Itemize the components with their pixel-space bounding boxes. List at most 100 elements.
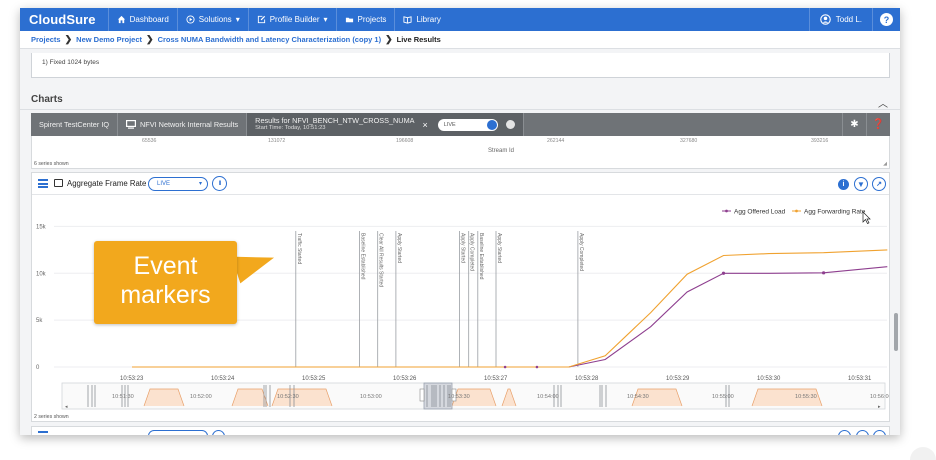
breadcrumb: Projects ❯ New Demo Project ❯ Cross NUMA… (20, 31, 900, 49)
overview-activity (143, 388, 185, 407)
export-icon[interactable]: ↗ (872, 177, 886, 191)
overview-tick-label: 10:56:00 (870, 394, 889, 400)
x-tick-label: 10:53:24 (211, 376, 235, 382)
tab-nfvi-results[interactable]: NFVI Network Internal Results (118, 113, 248, 136)
stream-tick: 393216 (811, 138, 829, 144)
panel-header: Aggregate Frame Rate LIVE ▾ II i ▼ ↗ (32, 173, 889, 195)
breadcrumb-test[interactable]: Cross NUMA Bandwidth and Latency Charact… (158, 35, 382, 44)
brand-logo[interactable]: CloudSure (20, 12, 108, 27)
results-title: Results for NFVI_BENCH_NTW_CROSS_NUMA (255, 115, 415, 125)
overview-tick-label: 10:53:30 (448, 394, 470, 400)
data-point (503, 365, 507, 369)
live-toggle-label: LIVE (443, 121, 456, 128)
x-tick-label: 10:53:30 (757, 376, 781, 382)
toolbar-help-button[interactable]: ❓ (866, 113, 890, 136)
event-markers-callout: Event markers (94, 241, 237, 324)
live-select[interactable]: LIVE ▾ (148, 177, 208, 191)
overview-tick-label: 10:52:30 (277, 394, 299, 400)
results-start-time: Start Time: Today, 10:51:23 (255, 125, 326, 132)
settings-button[interactable]: ✱ (842, 113, 866, 136)
x-tick-label: 10:53:29 (666, 376, 690, 382)
chevron-down-icon: ▾ (198, 181, 202, 187)
callout-line-1: Event (133, 252, 198, 280)
toggle-knob (486, 119, 497, 130)
home-icon (117, 15, 125, 24)
charts-section-header: Charts ︿ (20, 90, 900, 110)
nav-profile-builder[interactable]: Profile Builder ▾ (247, 8, 336, 31)
close-icon[interactable]: × (423, 120, 428, 130)
breadcrumb-projects[interactable]: Projects (31, 35, 61, 44)
event-marker-label: Baseline Established (478, 233, 484, 280)
nav-library-label: Library (416, 15, 441, 24)
pause-button[interactable] (212, 430, 225, 435)
stream-tick: 262144 (547, 138, 565, 144)
tab-spirent-testcenter[interactable]: Spirent TestCenter IQ (31, 113, 119, 136)
live-select[interactable] (148, 430, 208, 435)
event-marker-label: Clear All Results Started (378, 233, 384, 287)
nav-solutions[interactable]: Solutions ▾ (176, 8, 248, 31)
x-tick-label: 10:53:31 (848, 376, 872, 382)
legend-marker (795, 209, 798, 213)
loading-spinner-icon (505, 120, 515, 129)
chevron-up-icon[interactable]: ︿ (878, 95, 888, 110)
event-marker-label: Apply Completed (469, 233, 475, 271)
nav-projects[interactable]: Projects (335, 8, 395, 31)
filter-icon[interactable] (856, 430, 869, 435)
overview-handle-left (419, 388, 425, 402)
x-tick-label: 10:53:26 (393, 376, 417, 382)
tab-spirent-label: Spirent TestCenter IQ (39, 120, 110, 129)
breadcrumb-project[interactable]: New Demo Project (76, 35, 142, 44)
resize-handle-icon[interactable]: ◢ (883, 161, 887, 167)
info-icon[interactable]: i (838, 179, 849, 190)
nav-solutions-label: Solutions (198, 15, 232, 24)
question-circle-icon: ❓ (872, 119, 885, 130)
hamburger-menu-icon[interactable] (38, 179, 48, 188)
nav-dashboard[interactable]: Dashboard (107, 8, 177, 31)
config-summary-box: 1) Fixed 1024 bytes (31, 53, 890, 78)
pause-button[interactable]: II (212, 176, 227, 191)
pencil-icon (257, 15, 265, 24)
live-toggle[interactable]: LIVE (437, 118, 498, 131)
floating-help-bubble[interactable] (910, 447, 936, 460)
pause-icon: II (218, 180, 222, 187)
filter-icon[interactable]: ▼ (854, 177, 868, 191)
series-count: 2 series shown (34, 414, 69, 420)
nav-library[interactable]: Library (394, 8, 448, 31)
monitor-icon (54, 179, 63, 187)
help-button[interactable]: ? (872, 8, 900, 31)
monitor-icon (126, 120, 137, 129)
event-marker-label: Apply Started (496, 233, 502, 263)
callout-line-2: markers (120, 281, 211, 309)
help-icon: ? (880, 13, 893, 26)
overview-tick-label: 10:55:30 (795, 394, 817, 400)
y-tick-label: 10k (36, 271, 47, 277)
info-icon[interactable] (838, 430, 851, 435)
overview-tick-label: 10:55:00 (712, 394, 734, 400)
legend-label: Agg Offered Load (734, 209, 786, 216)
tab-results-run[interactable]: Results for NFVI_BENCH_NTW_CROSS_NUMA St… (247, 113, 524, 136)
overview-tick-label: 10:54:00 (537, 394, 559, 400)
stream-tick: 131072 (268, 138, 286, 144)
legend-label: Agg Forwarding Rate (804, 209, 866, 216)
x-tick-label: 10:53:25 (302, 376, 326, 382)
overview-tick-label: 10:54:30 (627, 394, 649, 400)
user-menu[interactable]: Todd L. (808, 8, 872, 31)
overview-tick-label: 10:53:00 (360, 394, 382, 400)
stream-id-axis-label: Stream Id (488, 148, 515, 154)
event-marker-label: Traffic Started (296, 233, 302, 264)
x-tick-label: 10:53:28 (575, 376, 599, 382)
y-tick-label: 15k (36, 224, 47, 230)
nav-dashboard-label: Dashboard (129, 15, 169, 24)
book-icon (403, 16, 412, 24)
overview-tick-label: 10:52:00 (190, 394, 212, 400)
live-select-value: LIVE (157, 181, 171, 187)
page-scrollbar[interactable] (893, 111, 899, 431)
event-marker-label: Apply Started (460, 233, 466, 263)
series-line-0 (132, 266, 888, 368)
stream-id-chart: 65536 131072 196608 262144 327680 393216… (31, 136, 890, 169)
hamburger-menu-icon[interactable] (38, 431, 48, 435)
scrollbar-thumb[interactable] (894, 313, 898, 351)
export-icon[interactable] (873, 430, 886, 435)
folder-icon (345, 17, 353, 23)
stream-tick: 196608 (396, 138, 414, 144)
